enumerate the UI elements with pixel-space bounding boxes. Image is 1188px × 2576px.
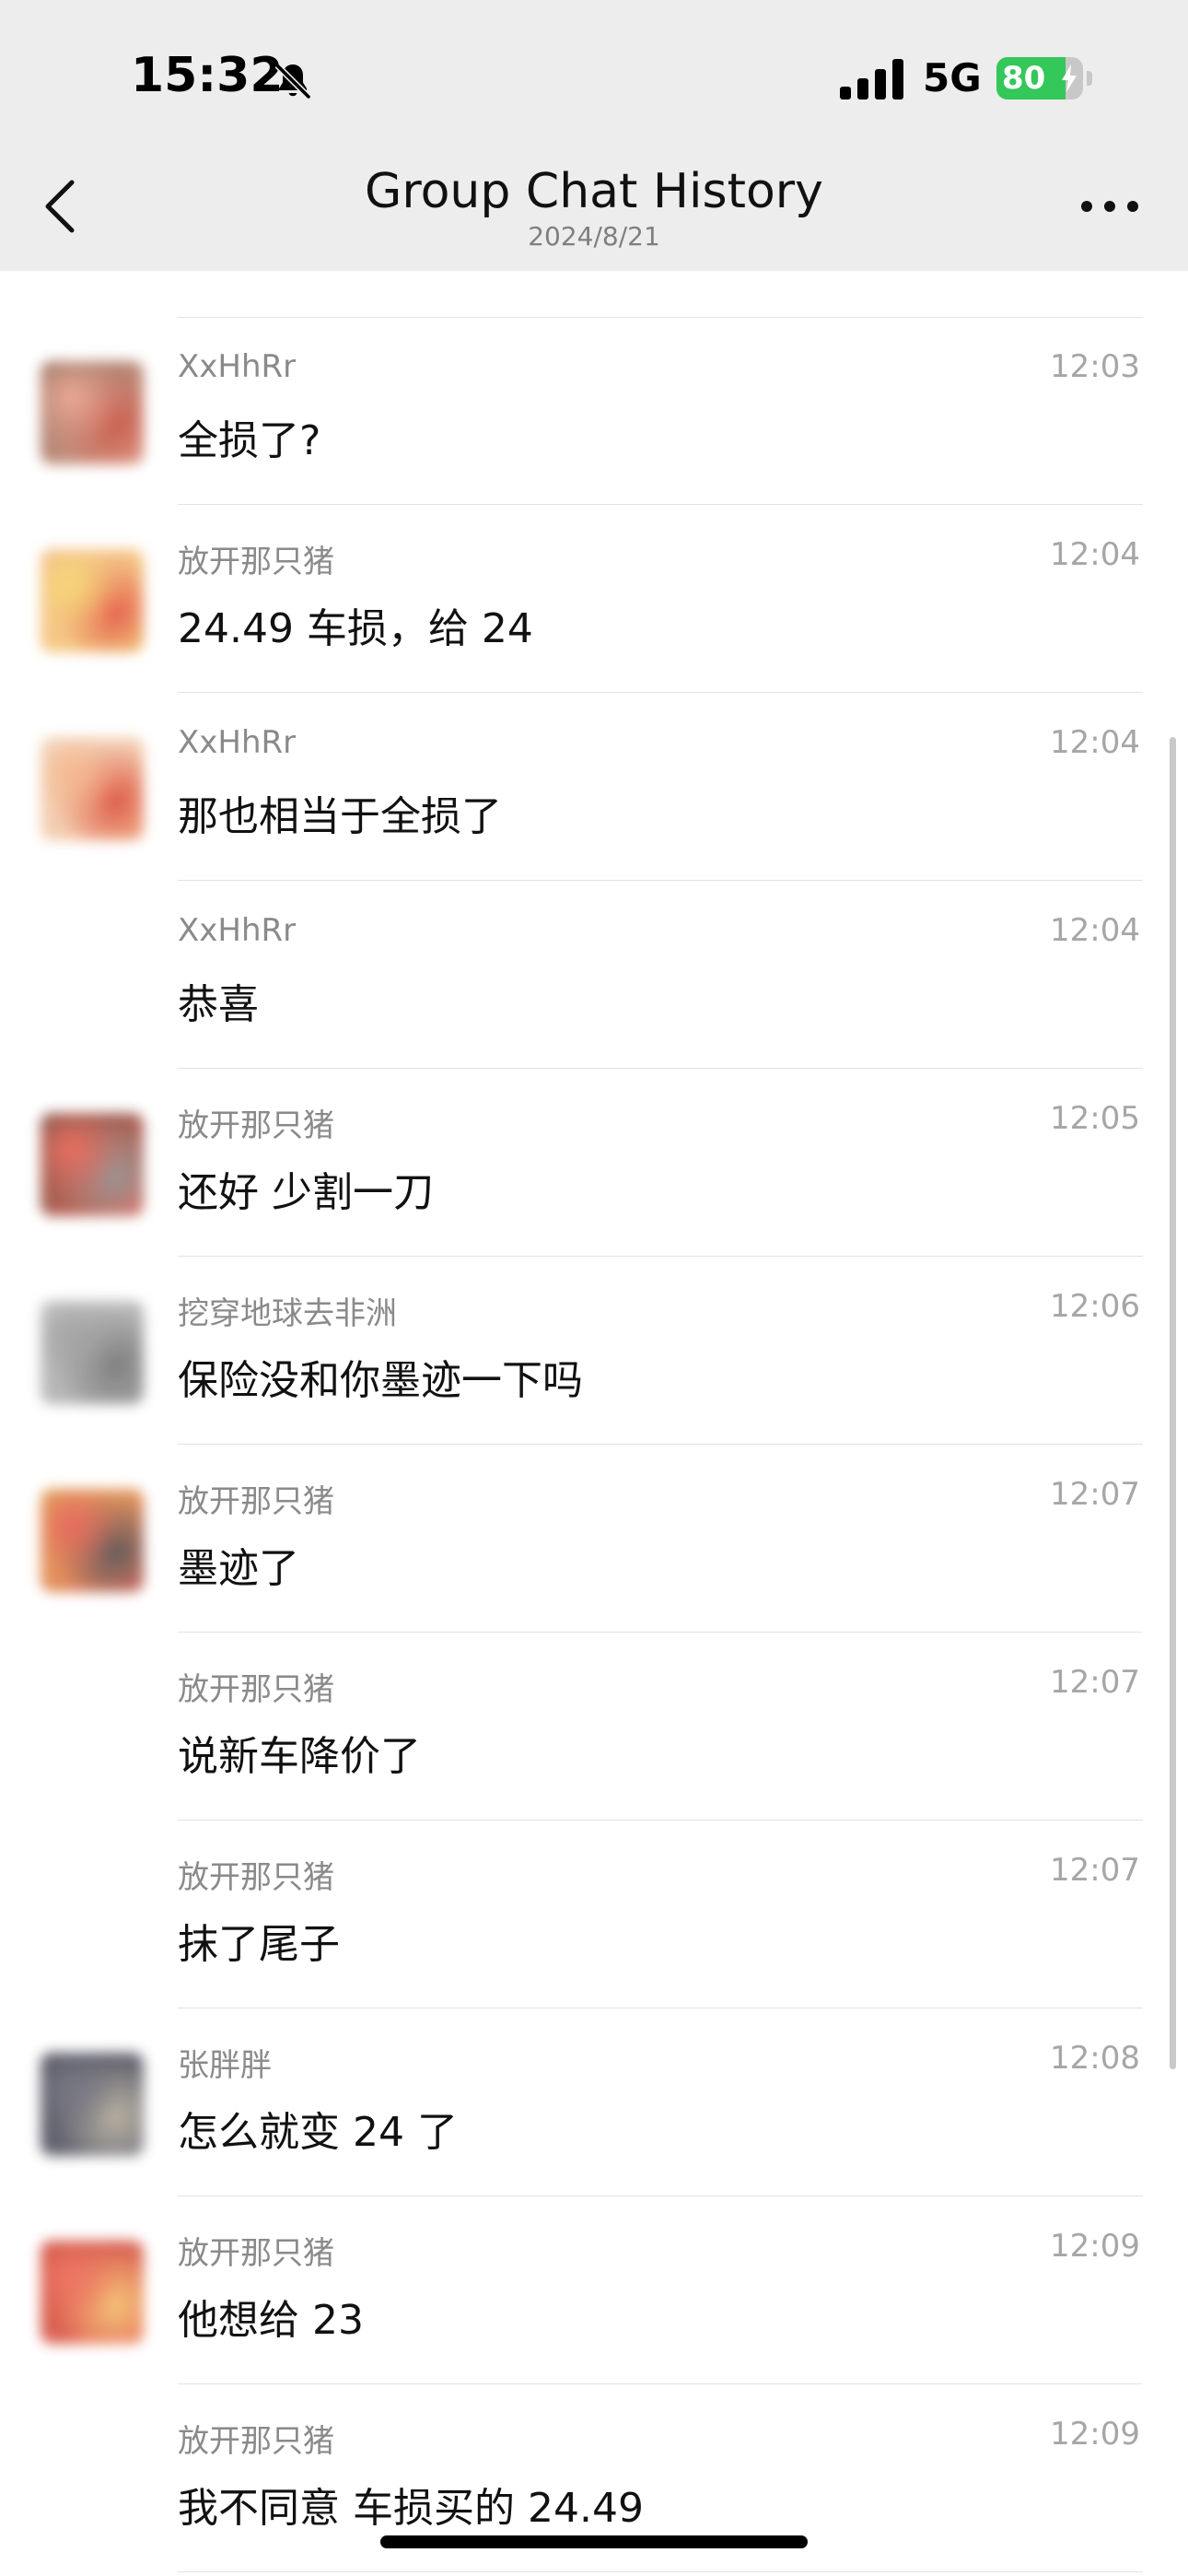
sender-name[interactable]: 放开那只猪 (178, 2416, 334, 2461)
message-text[interactable]: 抹了尾子 (178, 1911, 340, 1970)
network-label: 5G (923, 55, 982, 100)
message-text[interactable]: 我不同意 车损买的 24.49 (178, 2475, 644, 2534)
message-time: 12:08 (1050, 2040, 1140, 2077)
nav-bar: Group Chat History 2024/8/21 (0, 147, 1188, 271)
top-bar-area: 15:32 5G 80 Group Chat History 2024/8/21 (0, 0, 1188, 271)
message-row[interactable]: 放开那只猪 12:09 他想给 23 (0, 2196, 1188, 2384)
message-time: 12:06 (1050, 1288, 1140, 1325)
more-horizontal-icon (1081, 201, 1138, 212)
message-text[interactable]: 怎么就变 24 了 (178, 2099, 458, 2158)
message-text[interactable]: 全损了? (178, 407, 320, 466)
message-row[interactable]: 张胖胖 12:08 怎么就变 24 了 (0, 2008, 1188, 2196)
message-time: 12:07 (1050, 1852, 1140, 1889)
message-time: 12:07 (1050, 1664, 1140, 1701)
message-row[interactable]: 放开那只猪 12:04 24.49 车损，给 24 (0, 505, 1188, 693)
divider (178, 2571, 1143, 2572)
status-bar: 15:32 5G 80 (0, 0, 1188, 147)
message-text[interactable]: 24.49 车损，给 24 (178, 595, 533, 654)
message-row[interactable]: 放开那只猪 12:07 墨迹了 (0, 1445, 1188, 1633)
message-text[interactable]: 说新车降价了 (178, 1723, 421, 1782)
message-row[interactable]: 挖穿地球去非洲 12:06 保险没和你墨迹一下吗 (0, 1257, 1188, 1445)
message-row[interactable]: XxHhRr 12:03 全损了? (0, 317, 1188, 505)
avatar[interactable] (41, 2053, 144, 2156)
battery-percent: 80 (1002, 60, 1046, 97)
avatar[interactable] (41, 361, 144, 464)
sender-name[interactable]: 放开那只猪 (178, 1100, 334, 1145)
message-text[interactable]: 恭喜 (178, 971, 259, 1030)
bolt-icon (1062, 64, 1077, 92)
message-time: 12:07 (1050, 1476, 1140, 1513)
sender-name[interactable]: 放开那只猪 (178, 2228, 334, 2273)
home-indicator[interactable] (380, 2535, 808, 2548)
battery-cap (1087, 71, 1092, 86)
message-row[interactable]: XxHhRr 12:04 那也相当于全损了 (0, 693, 1188, 881)
battery-icon: 80 (996, 57, 1083, 100)
message-row[interactable]: 放开那只猪 12:07 说新车降价了 (0, 1633, 1188, 1821)
avatar[interactable] (41, 737, 144, 840)
avatar[interactable] (41, 549, 144, 652)
message-row[interactable]: 放开那只猪 12:07 抹了尾子 (0, 1821, 1188, 2008)
page-title: Group Chat History (365, 164, 823, 219)
signal-icon (840, 59, 903, 100)
sender-name[interactable]: 放开那只猪 (178, 1476, 334, 1521)
message-text[interactable]: 他想给 23 (178, 2287, 364, 2346)
sender-name[interactable]: 放开那只猪 (178, 536, 334, 581)
sender-name[interactable]: XxHhRr (178, 724, 296, 761)
avatar[interactable] (41, 1113, 144, 1216)
avatar[interactable] (41, 1489, 144, 1592)
sender-name[interactable]: 放开那只猪 (178, 1852, 334, 1897)
message-row[interactable]: XxHhRr 12:04 恭喜 (0, 881, 1188, 1069)
message-time: 12:09 (1050, 2416, 1140, 2453)
message-text[interactable]: 那也相当于全损了 (178, 783, 502, 842)
message-time: 12:04 (1050, 536, 1140, 573)
message-time: 12:04 (1050, 912, 1140, 949)
page-subtitle-date: 2024/8/21 (528, 221, 660, 252)
sender-name[interactable]: 放开那只猪 (178, 1664, 334, 1709)
message-text[interactable]: 还好 少割一刀 (178, 1159, 434, 1218)
message-time: 12:03 (1050, 348, 1140, 385)
avatar[interactable] (41, 1301, 144, 1404)
bell-off-icon (274, 63, 311, 100)
sender-name[interactable]: 张胖胖 (178, 2040, 272, 2085)
avatar[interactable] (41, 2241, 144, 2344)
message-time: 12:05 (1050, 1100, 1140, 1137)
message-text[interactable]: 墨迹了 (178, 1535, 299, 1594)
message-row[interactable]: 放开那只猪 12:05 还好 少割一刀 (0, 1069, 1188, 1257)
more-button[interactable] (1077, 188, 1142, 225)
sender-name[interactable]: XxHhRr (178, 912, 296, 949)
scrollbar[interactable] (1170, 737, 1176, 2069)
sender-name[interactable]: XxHhRr (178, 348, 296, 385)
message-time: 12:04 (1050, 724, 1140, 761)
sender-name[interactable]: 挖穿地球去非洲 (178, 1288, 397, 1333)
status-time: 15:32 (131, 48, 284, 103)
message-text[interactable]: 保险没和你墨迹一下吗 (178, 1347, 583, 1406)
message-time: 12:09 (1050, 2228, 1140, 2265)
message-list[interactable]: XxHhRr 12:03 全损了? 放开那只猪 12:04 24.49 车损，给 24 Xx… (0, 271, 1188, 2576)
